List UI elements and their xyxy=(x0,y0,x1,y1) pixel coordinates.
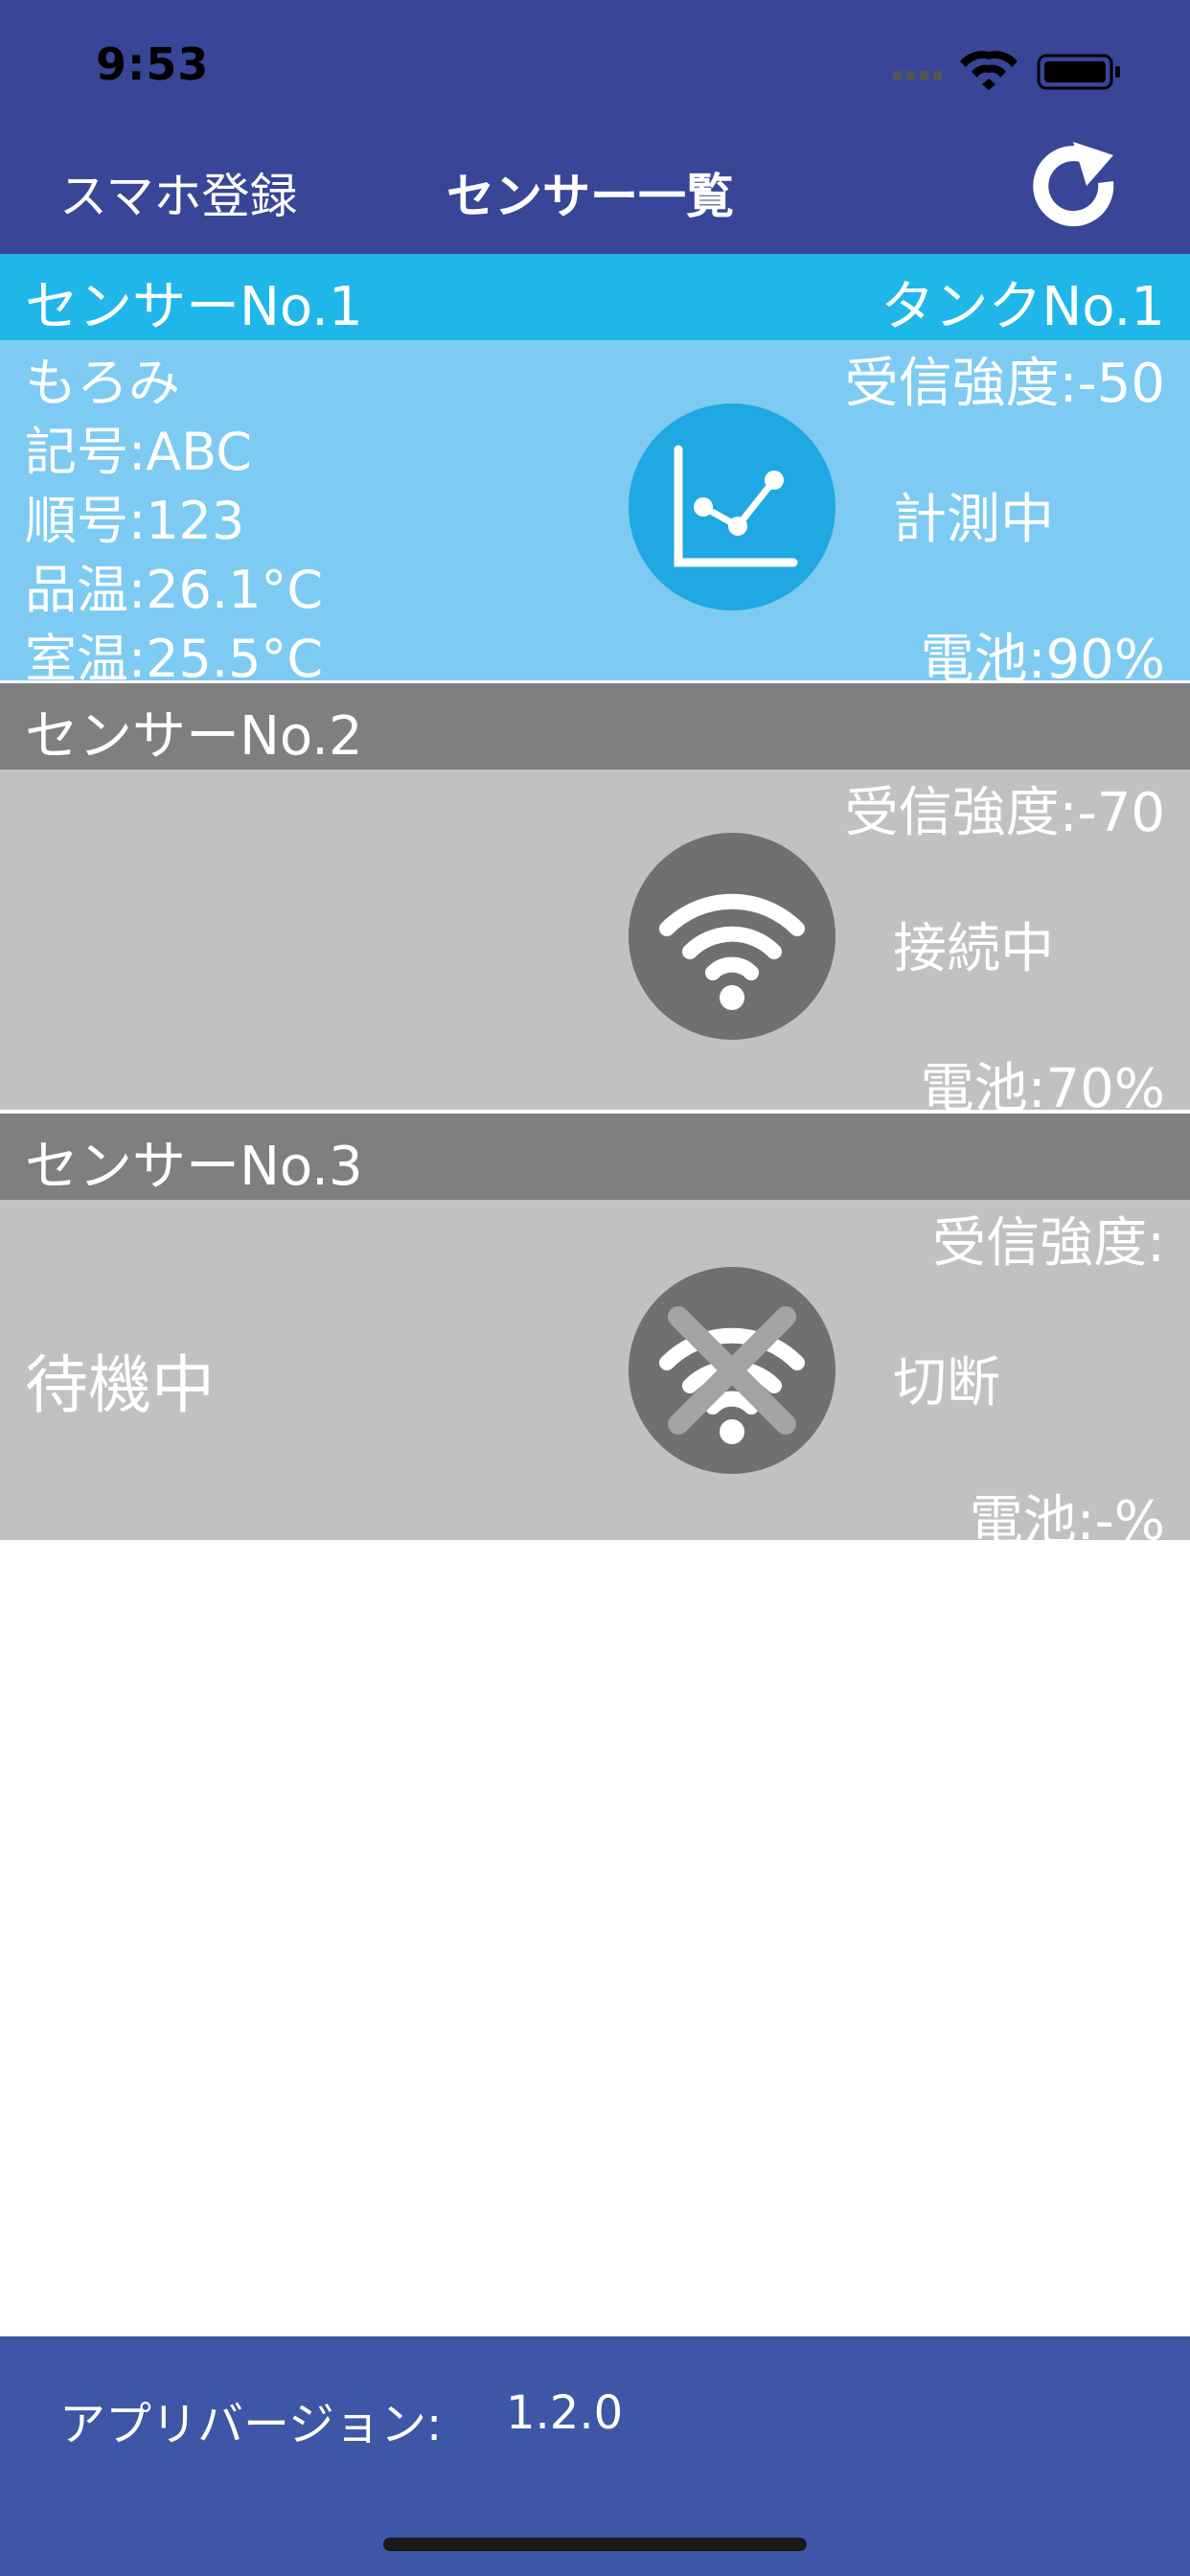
sensor-card-header: センサーNo.3 xyxy=(0,1114,1190,1200)
tank-name: タンクNo.1 xyxy=(881,276,1165,338)
product-temperature: 品温:26.1°C xyxy=(25,560,324,620)
battery-level: 電池:-% xyxy=(969,1490,1165,1552)
standby-label: 待機中 xyxy=(25,1348,215,1422)
product-name: もろみ xyxy=(25,353,180,413)
battery-icon xyxy=(1037,54,1120,90)
sensor-card-header: センサーNo.1 タンクNo.1 xyxy=(0,254,1190,340)
sensor-status: 計測中 xyxy=(893,489,1054,551)
home-indicator[interactable] xyxy=(383,2538,807,2551)
wifi-off-icon[interactable] xyxy=(629,1267,835,1474)
sensor-card[interactable]: センサーNo.1 タンクNo.1 もろみ 記号:ABC 順号:123 品温:26… xyxy=(0,254,1190,691)
sensor-card-body: 受信強度:-70 接続中 電池:70% xyxy=(0,770,1190,1120)
version-value: 1.2.0 xyxy=(506,2386,624,2440)
sensor-card-body: 待機中 受信強度: 切断 電池:-% xyxy=(0,1200,1190,1552)
sensor-name: センサーNo.3 xyxy=(25,1136,363,1198)
wifi-status-icon xyxy=(960,51,1018,90)
sensor-card-header: センサーNo.2 xyxy=(0,683,1190,770)
symbol-value: 記号:ABC xyxy=(25,422,252,482)
sensor-name: センサーNo.1 xyxy=(25,276,363,338)
sensor-status: 接続中 xyxy=(893,918,1054,980)
page-title: センサー一覧 xyxy=(446,169,734,224)
order-value: 順号:123 xyxy=(25,491,245,551)
signal-strength: 受信強度:-50 xyxy=(844,353,1165,415)
cellular-signal-icon xyxy=(893,71,942,80)
sensor-status: 切断 xyxy=(893,1352,1000,1414)
wifi-icon[interactable] xyxy=(629,833,835,1040)
refresh-icon[interactable] xyxy=(1031,136,1127,240)
sensor-name: センサーNo.2 xyxy=(25,705,363,768)
chart-icon[interactable] xyxy=(629,403,835,610)
signal-strength: 受信強度:-70 xyxy=(844,782,1165,844)
status-icons xyxy=(893,50,1142,92)
sensor-card[interactable]: センサーNo.2 受信強度:-70 接続中 電池:70% xyxy=(0,683,1190,1120)
register-phone-button[interactable]: スマホ登録 xyxy=(59,158,298,227)
sensor-card[interactable]: センサーNo.3 待機中 受信強度: 切断 電池:-% xyxy=(0,1114,1190,1552)
divider xyxy=(0,1110,1190,1113)
version-label: アプリバージョン: xyxy=(59,2398,443,2451)
status-time: 9:53 xyxy=(96,38,210,90)
signal-strength: 受信強度: xyxy=(932,1212,1165,1275)
sensor-card-body: もろみ 記号:ABC 順号:123 品温:26.1°C 室温:25.5°C 受信… xyxy=(0,340,1190,691)
